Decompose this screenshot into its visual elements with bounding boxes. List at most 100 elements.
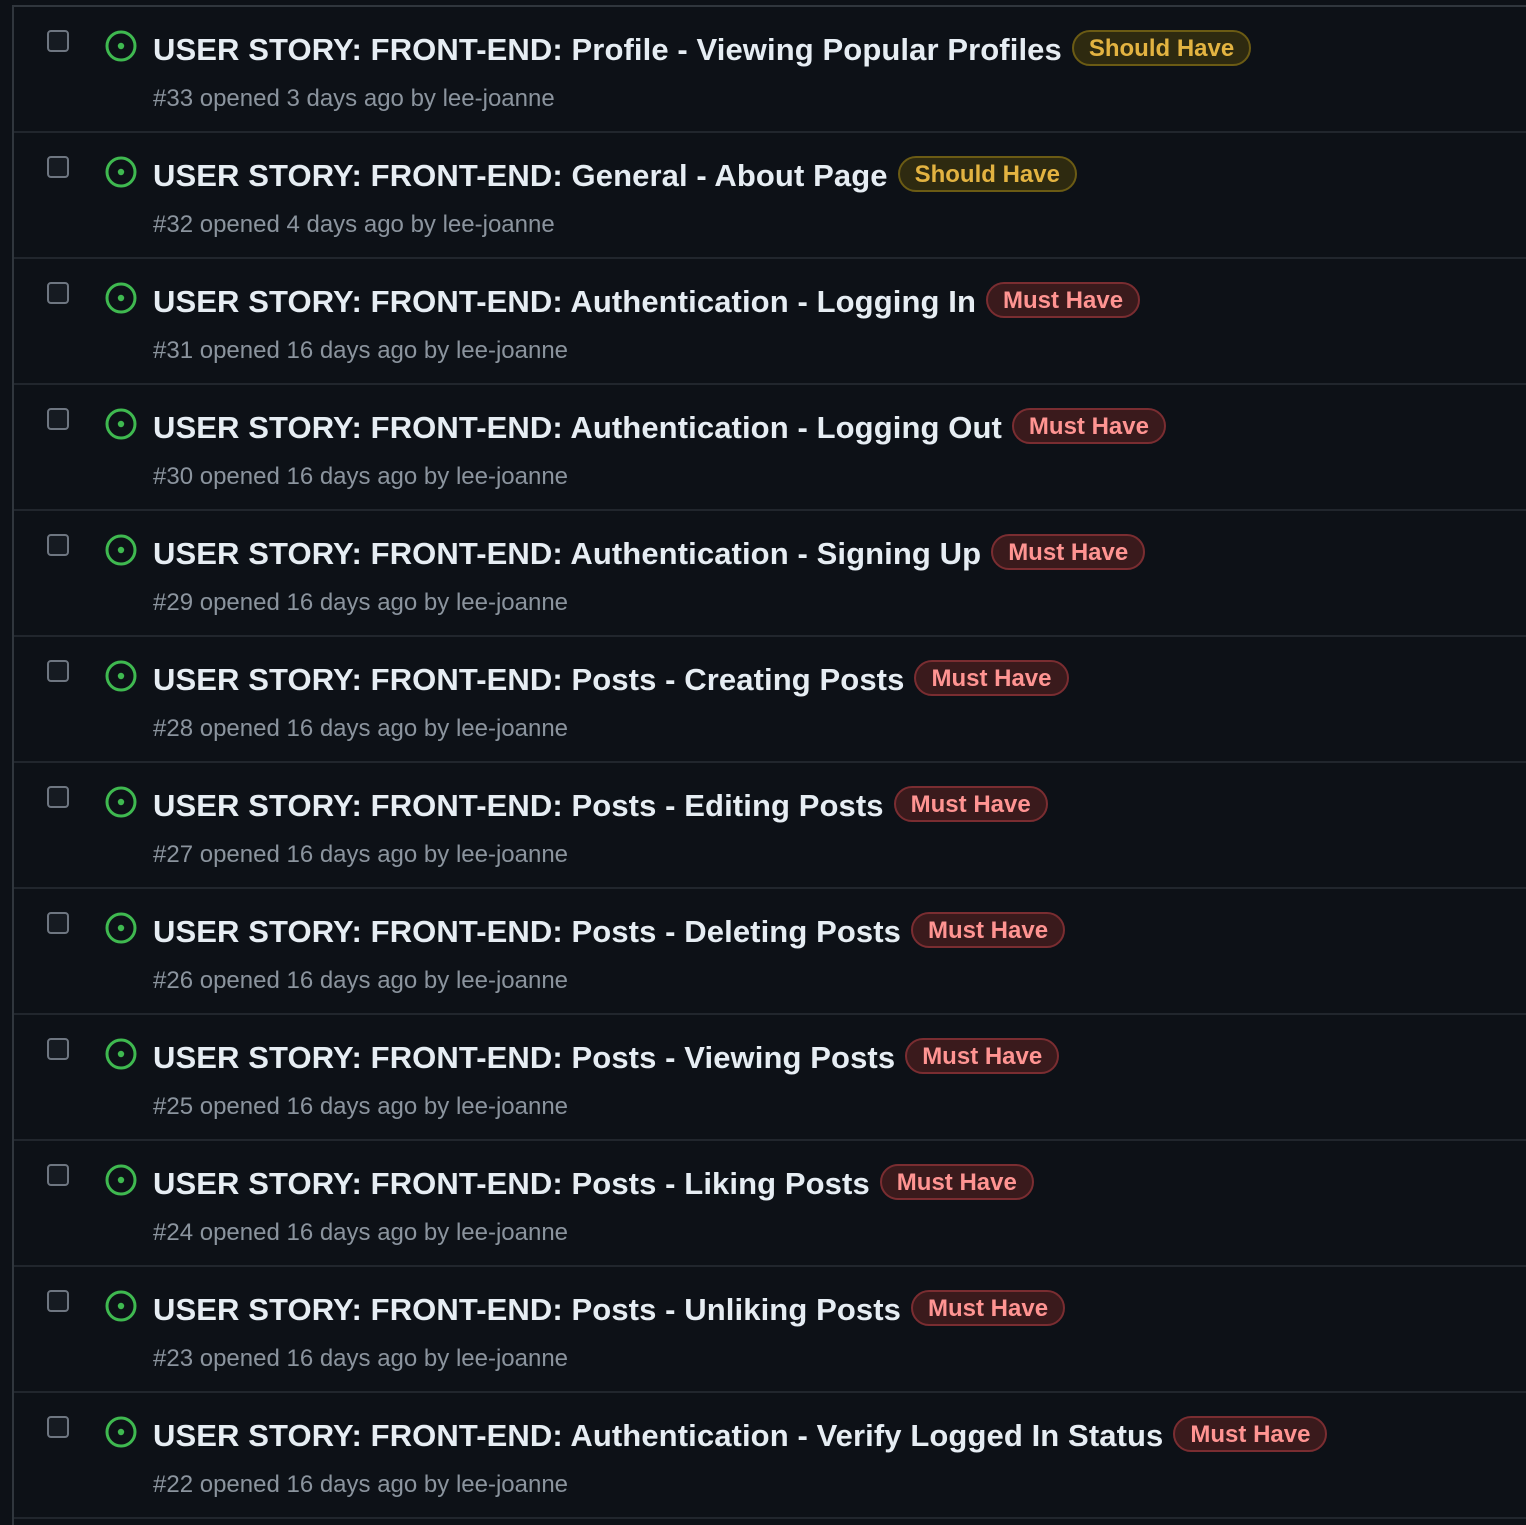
priority-label[interactable]: Must Have bbox=[914, 660, 1069, 696]
issue-meta: #31 opened 16 days ago by lee-joanne bbox=[153, 337, 568, 365]
issue-open-icon bbox=[105, 534, 137, 566]
issue-row[interactable]: USER STORY: FRONT-END: Posts - Deleting … bbox=[14, 889, 1526, 1015]
issue-author-link[interactable]: lee-joanne bbox=[456, 463, 568, 490]
issue-number: #22 bbox=[153, 1471, 194, 1498]
issue-open-icon bbox=[105, 1038, 137, 1070]
priority-label[interactable]: Must Have bbox=[1173, 1416, 1328, 1452]
issue-select-checkbox[interactable] bbox=[47, 786, 69, 808]
issue-title-link[interactable]: USER STORY: FRONT-END: Posts - Deleting … bbox=[153, 909, 901, 955]
issue-row[interactable]: USER STORY: FRONT-END: Posts - Creating … bbox=[14, 637, 1526, 763]
issue-title-link[interactable]: USER STORY: FRONT-END: Posts - Liking Po… bbox=[153, 1161, 870, 1207]
issue-title-line: USER STORY: FRONT-END: Posts - Deleting … bbox=[153, 909, 1066, 955]
issue-meta: #32 opened 4 days ago by lee-joanne bbox=[153, 211, 555, 239]
priority-label[interactable]: Must Have bbox=[986, 282, 1141, 318]
issue-number: #23 bbox=[153, 1345, 194, 1372]
priority-label[interactable]: Must Have bbox=[911, 1290, 1066, 1326]
issue-select-checkbox[interactable] bbox=[47, 408, 69, 430]
issue-select-checkbox[interactable] bbox=[47, 156, 69, 178]
issue-title-link[interactable]: USER STORY: FRONT-END: Authentication - … bbox=[153, 531, 981, 577]
issue-row[interactable]: USER STORY: FRONT-END: Posts - Editing P… bbox=[14, 763, 1526, 889]
issue-opened-text: opened 16 days ago by bbox=[199, 1093, 450, 1120]
issue-title-line: USER STORY: FRONT-END: Authentication - … bbox=[153, 279, 1141, 325]
issue-select-checkbox[interactable] bbox=[47, 534, 69, 556]
issue-title-link[interactable]: USER STORY: FRONT-END: Posts - Creating … bbox=[153, 657, 904, 703]
issue-meta: #27 opened 16 days ago by lee-joanne bbox=[153, 841, 568, 869]
issue-select-checkbox[interactable] bbox=[47, 30, 69, 52]
issue-number: #28 bbox=[153, 715, 194, 742]
issue-author-link[interactable]: lee-joanne bbox=[456, 589, 568, 616]
issue-row[interactable]: USER STORY: FRONT-END: Authentication - … bbox=[14, 385, 1526, 511]
issue-open-icon bbox=[105, 660, 137, 692]
issue-author-link[interactable]: lee-joanne bbox=[456, 1093, 568, 1120]
issue-author-link[interactable]: lee-joanne bbox=[456, 715, 568, 742]
issue-opened-text: opened 16 days ago by bbox=[199, 1219, 450, 1246]
issue-author-link[interactable]: lee-joanne bbox=[443, 85, 555, 112]
issue-meta: #33 opened 3 days ago by lee-joanne bbox=[153, 85, 555, 113]
priority-label[interactable]: Must Have bbox=[879, 1164, 1034, 1200]
issue-opened-text: opened 16 days ago by bbox=[199, 1345, 450, 1372]
issue-opened-text: opened 3 days ago by bbox=[199, 85, 436, 112]
issue-title-line: USER STORY: FRONT-END: Posts - Editing P… bbox=[153, 783, 1048, 829]
issue-row[interactable]: USER STORY: FRONT-END: Authentication - … bbox=[14, 259, 1526, 385]
issue-author-link[interactable]: lee-joanne bbox=[456, 967, 568, 994]
issue-select-checkbox[interactable] bbox=[47, 660, 69, 682]
issue-author-link[interactable]: lee-joanne bbox=[456, 841, 568, 868]
issue-number: #26 bbox=[153, 967, 194, 994]
issue-title-link[interactable]: USER STORY: FRONT-END: Authentication - … bbox=[153, 279, 976, 325]
issue-title-link[interactable]: USER STORY: FRONT-END: Authentication - … bbox=[153, 405, 1002, 451]
issue-open-icon bbox=[105, 30, 137, 62]
issue-select-checkbox[interactable] bbox=[47, 912, 69, 934]
issue-title-line: USER STORY: FRONT-END: Posts - Liking Po… bbox=[153, 1161, 1034, 1207]
issue-title-link[interactable]: USER STORY: FRONT-END: Posts - Editing P… bbox=[153, 783, 884, 829]
issue-row[interactable]: USER STORY: FRONT-END: Posts - Liking Po… bbox=[14, 1141, 1526, 1267]
priority-label[interactable]: Should Have bbox=[1071, 30, 1252, 66]
priority-label[interactable]: Must Have bbox=[991, 534, 1146, 570]
issue-row[interactable]: USER STORY: FRONT-END: Authentication - … bbox=[14, 511, 1526, 637]
issue-open-icon bbox=[105, 408, 137, 440]
issue-author-link[interactable]: lee-joanne bbox=[443, 211, 555, 238]
issue-row[interactable]: USER STORY: FRONT-END: Profile - Viewing… bbox=[14, 7, 1526, 133]
issue-select-checkbox[interactable] bbox=[47, 1038, 69, 1060]
issue-title-line: USER STORY: FRONT-END: Posts - Unliking … bbox=[153, 1287, 1066, 1333]
issue-opened-text: opened 16 days ago by bbox=[199, 1471, 450, 1498]
issue-open-icon bbox=[105, 1416, 137, 1448]
issue-author-link[interactable]: lee-joanne bbox=[456, 1345, 568, 1372]
issue-select-checkbox[interactable] bbox=[47, 282, 69, 304]
issue-select-checkbox[interactable] bbox=[47, 1164, 69, 1186]
issue-title-link[interactable]: USER STORY: FRONT-END: Posts - Viewing P… bbox=[153, 1035, 895, 1081]
issue-number: #32 bbox=[153, 211, 194, 238]
issue-number: #27 bbox=[153, 841, 194, 868]
priority-label[interactable]: Must Have bbox=[893, 786, 1048, 822]
issue-number: #24 bbox=[153, 1219, 194, 1246]
issue-title-line: USER STORY: FRONT-END: Authentication - … bbox=[153, 531, 1146, 577]
issue-select-checkbox[interactable] bbox=[47, 1416, 69, 1438]
issue-author-link[interactable]: lee-joanne bbox=[456, 1219, 568, 1246]
issue-open-icon bbox=[105, 1290, 137, 1322]
issue-meta: #24 opened 16 days ago by lee-joanne bbox=[153, 1219, 568, 1247]
issue-open-icon bbox=[105, 1164, 137, 1196]
issue-row[interactable]: USER STORY: FRONT-END: General - About P… bbox=[14, 133, 1526, 259]
issue-title-link[interactable]: USER STORY: FRONT-END: General - About P… bbox=[153, 153, 888, 199]
issue-row[interactable]: USER STORY: FRONT-END: Posts - Unliking … bbox=[14, 1267, 1526, 1393]
priority-label[interactable]: Must Have bbox=[1011, 408, 1166, 444]
issue-open-icon bbox=[105, 156, 137, 188]
issue-row[interactable]: USER STORY: FRONT-END: Authentication - … bbox=[14, 1393, 1526, 1519]
issue-number: #31 bbox=[153, 337, 194, 364]
priority-label[interactable]: Must Have bbox=[911, 912, 1066, 948]
issue-opened-text: opened 16 days ago by bbox=[199, 841, 450, 868]
issue-opened-text: opened 16 days ago by bbox=[199, 337, 450, 364]
issue-open-icon bbox=[105, 282, 137, 314]
issue-number: #33 bbox=[153, 85, 194, 112]
priority-label[interactable]: Should Have bbox=[897, 156, 1077, 192]
issue-select-checkbox[interactable] bbox=[47, 1290, 69, 1312]
issue-author-link[interactable]: lee-joanne bbox=[456, 337, 568, 364]
issue-author-link[interactable]: lee-joanne bbox=[456, 1471, 568, 1498]
issue-title-link[interactable]: USER STORY: FRONT-END: Authentication - … bbox=[153, 1413, 1163, 1459]
issue-row[interactable]: USER STORY: FRONT-END: Posts - Viewing P… bbox=[14, 1015, 1526, 1141]
issue-meta: #30 opened 16 days ago by lee-joanne bbox=[153, 463, 568, 491]
issue-title-link[interactable]: USER STORY: FRONT-END: Profile - Viewing… bbox=[153, 27, 1062, 73]
issue-number: #25 bbox=[153, 1093, 194, 1120]
issue-title-line: USER STORY: FRONT-END: General - About P… bbox=[153, 153, 1077, 199]
issue-title-link[interactable]: USER STORY: FRONT-END: Posts - Unliking … bbox=[153, 1287, 901, 1333]
priority-label[interactable]: Must Have bbox=[905, 1038, 1060, 1074]
